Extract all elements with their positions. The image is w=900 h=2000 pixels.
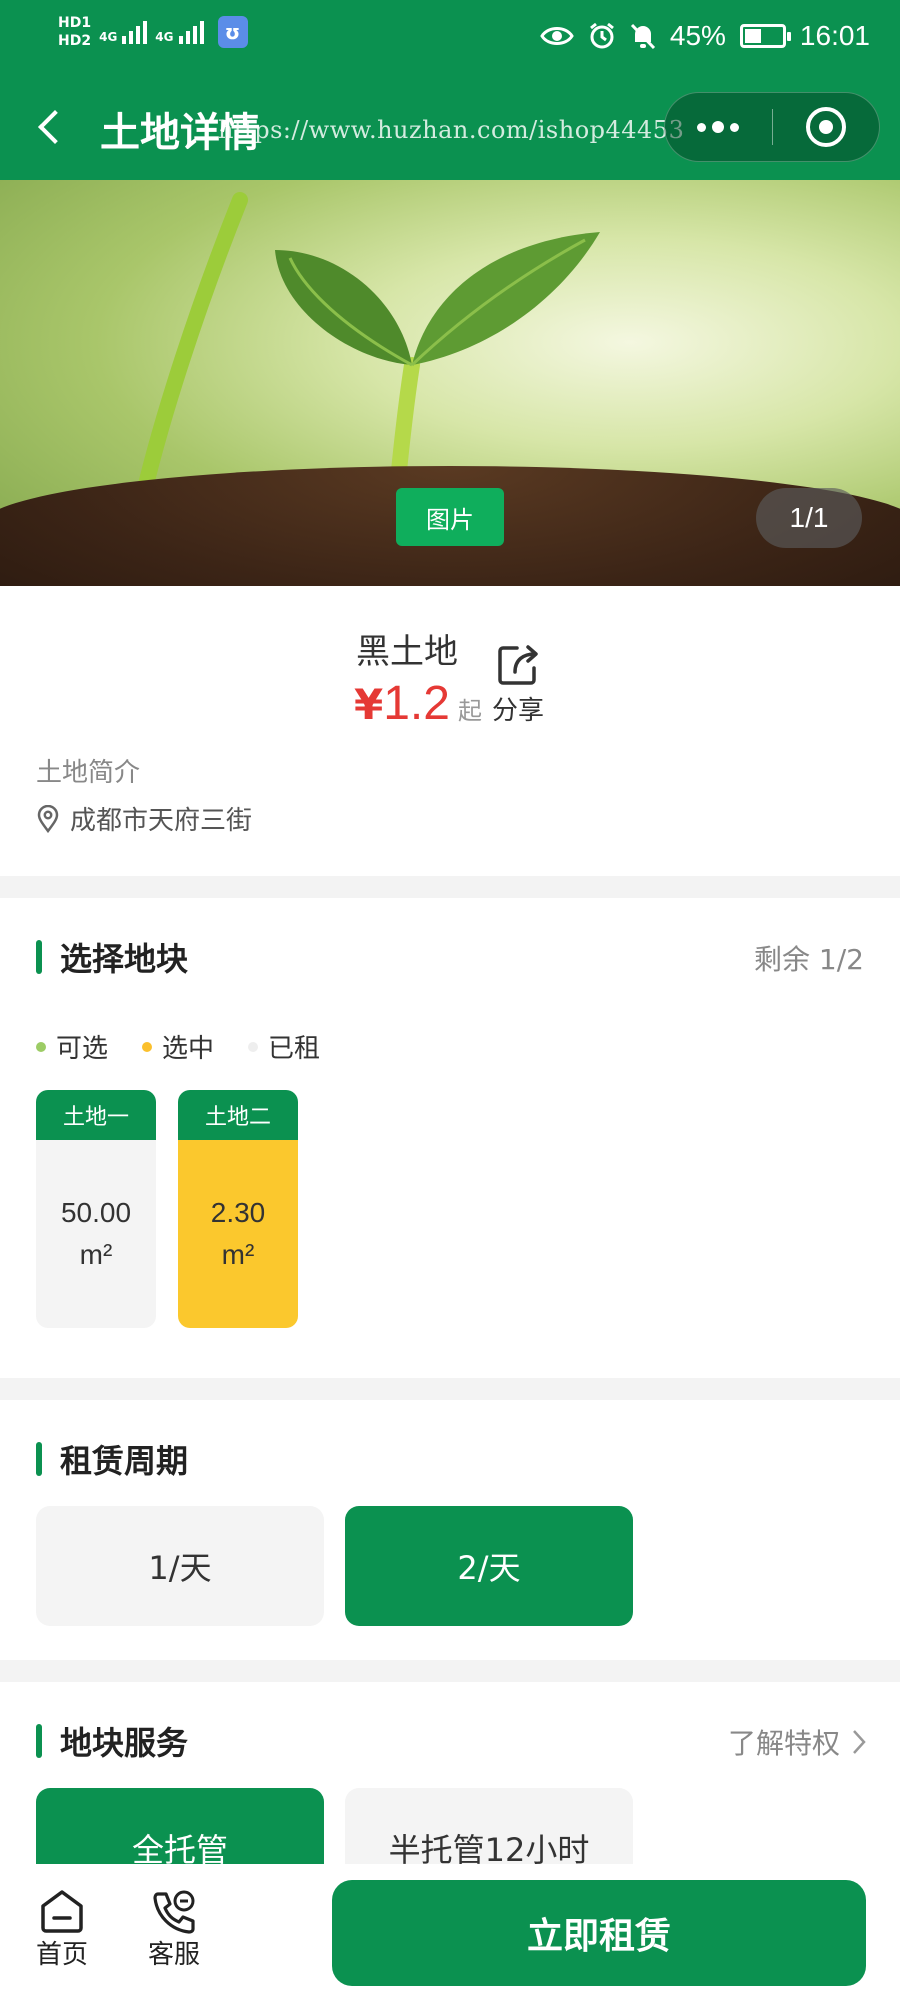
more-dot-icon bbox=[730, 122, 740, 132]
land-intro-label: 土地简介 bbox=[36, 758, 141, 788]
clock: 16:01 bbox=[799, 20, 870, 51]
plot-area-unit: m² bbox=[79, 1239, 113, 1270]
network-label-2: 4G bbox=[155, 29, 174, 44]
plot-card-2[interactable]: 土地二 2.30 m² bbox=[178, 1090, 298, 1328]
plot-area: 2.30 m² bbox=[178, 1140, 298, 1328]
hd1-sub: 1 bbox=[81, 15, 92, 31]
legend-label: 已租 bbox=[268, 1034, 321, 1064]
image-counter: 1/1 bbox=[756, 488, 862, 548]
mute-bell-icon bbox=[630, 23, 655, 50]
alarm-icon bbox=[589, 22, 614, 49]
period-option-2[interactable]: 2/天 bbox=[345, 1506, 633, 1626]
hd2-sub: 2 bbox=[81, 33, 92, 49]
close-miniprogram-button[interactable] bbox=[772, 93, 879, 161]
period-section-header: 租赁周期 bbox=[36, 1436, 188, 1482]
section-accent-bar bbox=[36, 1724, 42, 1758]
picture-tag[interactable]: 图片 bbox=[396, 488, 504, 546]
more-dot-icon bbox=[697, 122, 707, 132]
hd-indicators: HD1 HD2 bbox=[58, 14, 91, 50]
period-section-title: 租赁周期 bbox=[60, 1442, 189, 1480]
land-name: 黑土地 bbox=[356, 632, 458, 672]
plot-section-title: 选择地块 bbox=[60, 940, 189, 978]
phone-chat-icon bbox=[153, 1890, 195, 1934]
legend-selected: 选中 bbox=[142, 1028, 214, 1065]
battery-icon bbox=[739, 24, 791, 48]
privileges-link[interactable]: 了解特权 bbox=[728, 1722, 866, 1762]
share-label: 分享 bbox=[491, 696, 544, 726]
home-tab-label: 首页 bbox=[36, 1940, 89, 1970]
network-label-1: 4G bbox=[99, 29, 118, 44]
land-banner[interactable]: 图片 1/1 bbox=[0, 180, 900, 586]
customer-service-label: 客服 bbox=[148, 1940, 201, 1970]
top-bar: HD1 HD2 4G 4G ʊ 45% 16:01 土地详情 https://w… bbox=[0, 0, 900, 180]
plot-card-1[interactable]: 土地一 50.00 m² bbox=[36, 1090, 156, 1328]
hd2-label: HD bbox=[58, 33, 82, 49]
service-section-title: 地块服务 bbox=[60, 1724, 189, 1762]
land-info: 黑土地 ¥ 1.2 起 分享 土地简介 成都市天府三街 bbox=[0, 586, 900, 876]
plot-section-header: 选择地块 bbox=[36, 934, 188, 980]
legend-dot bbox=[248, 1041, 259, 1052]
address-text: 成都市天府三街 bbox=[70, 806, 253, 836]
service-section-header: 地块服务 bbox=[36, 1718, 188, 1764]
section-divider bbox=[0, 1378, 900, 1400]
more-menu-button[interactable] bbox=[665, 93, 772, 161]
price-value: 1.2 bbox=[383, 677, 450, 730]
land-address: 成都市天府三街 bbox=[36, 800, 252, 837]
section-divider bbox=[0, 876, 900, 898]
watermark-url: https://www.huzhan.com/ishop44453 bbox=[218, 116, 685, 144]
status-bar: HD1 HD2 4G 4G ʊ 45% 16:01 bbox=[0, 0, 900, 80]
rent-now-button[interactable]: 立即租赁 bbox=[332, 1880, 866, 1986]
price-suffix: 起 bbox=[457, 697, 482, 725]
share-button[interactable]: 分享 bbox=[488, 642, 548, 727]
land-price: ¥ 1.2 起 bbox=[354, 676, 482, 731]
legend-rented: 已租 bbox=[248, 1028, 320, 1065]
section-accent-bar bbox=[36, 940, 42, 974]
customer-service-tab[interactable]: 客服 bbox=[148, 1888, 200, 1971]
chevron-right-icon bbox=[853, 1730, 866, 1754]
target-icon bbox=[805, 107, 846, 147]
back-button[interactable] bbox=[30, 102, 72, 152]
battery-percent: 45% bbox=[669, 20, 726, 51]
plot-area-unit: m² bbox=[221, 1239, 255, 1270]
plots-remaining: 剩余 1/2 bbox=[754, 943, 864, 976]
miniprogram-capsule bbox=[664, 92, 880, 162]
signal-icon-1: 4G bbox=[99, 20, 148, 44]
chevron-left-icon bbox=[38, 110, 72, 144]
location-pin-icon bbox=[37, 804, 59, 833]
app-notification-icon: ʊ bbox=[217, 16, 248, 48]
privileges-link-label: 了解特权 bbox=[727, 1727, 840, 1760]
home-icon bbox=[41, 1890, 83, 1933]
home-tab[interactable]: 首页 bbox=[36, 1888, 88, 1971]
plot-area: 50.00 m² bbox=[36, 1140, 156, 1328]
more-dot-icon bbox=[712, 121, 725, 133]
legend-label: 选中 bbox=[162, 1034, 215, 1064]
status-right: 45% 16:01 bbox=[540, 20, 870, 52]
legend-dot bbox=[142, 1041, 153, 1052]
plot-name: 土地一 bbox=[36, 1090, 156, 1140]
plot-area-value: 50.00 bbox=[60, 1197, 132, 1228]
legend-dot bbox=[36, 1041, 46, 1052]
legend-label: 可选 bbox=[56, 1034, 109, 1064]
price-currency: ¥ bbox=[354, 680, 384, 729]
share-icon bbox=[498, 645, 538, 685]
period-option-1[interactable]: 1/天 bbox=[36, 1506, 324, 1626]
plot-legend: 可选 选中 已租 bbox=[36, 1028, 320, 1065]
section-divider bbox=[0, 1660, 900, 1682]
nav-header: 土地详情 https://www.huzhan.com/ishop44453 bbox=[0, 80, 900, 180]
hd1-label: HD bbox=[58, 15, 82, 31]
signal-icon-2: 4G bbox=[155, 20, 204, 44]
legend-available: 可选 bbox=[36, 1028, 108, 1065]
bottom-bar: 首页 客服 立即租赁 bbox=[0, 1864, 900, 2000]
plot-name: 土地二 bbox=[178, 1090, 298, 1140]
status-left: HD1 HD2 4G 4G ʊ bbox=[58, 14, 248, 50]
eye-icon bbox=[540, 27, 574, 45]
plot-area-value: 2.30 bbox=[210, 1197, 266, 1228]
section-accent-bar bbox=[36, 1442, 42, 1476]
